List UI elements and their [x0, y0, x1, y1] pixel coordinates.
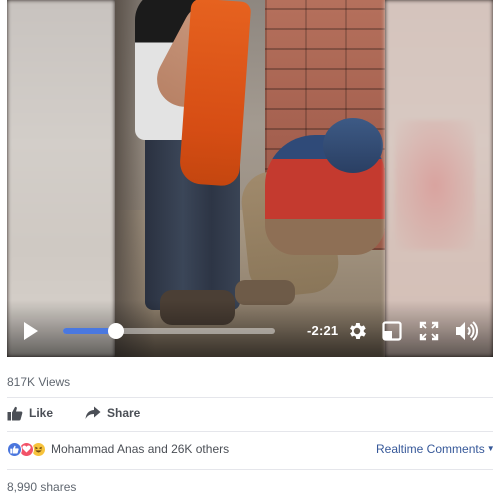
share-label: Share [107, 406, 141, 420]
share-count[interactable]: 8,990 shares [7, 480, 76, 494]
orange-scarf [178, 0, 252, 187]
fullscreen-icon[interactable] [419, 321, 439, 346]
like-button[interactable]: Like [7, 402, 53, 424]
progress-bar[interactable] [63, 323, 275, 339]
thumbs-up-icon [7, 406, 23, 420]
picture-in-picture-icon[interactable] [382, 321, 402, 346]
realtime-comments-label: Realtime Comments [376, 442, 485, 456]
video-player[interactable]: -2:21 [7, 0, 493, 357]
divider [7, 397, 493, 398]
like-reaction-icon [7, 441, 22, 457]
sitting-person-head [323, 118, 383, 173]
like-label: Like [29, 406, 54, 420]
view-count: 817K Views [7, 375, 71, 389]
divider [7, 431, 493, 432]
volume-icon[interactable] [454, 320, 479, 347]
play-icon[interactable] [23, 321, 41, 343]
time-remaining: -2:21 [307, 323, 339, 338]
realtime-comments-dropdown[interactable]: Realtime Comments ▼ [376, 442, 495, 456]
video-controls: -2:21 [7, 300, 493, 357]
share-button[interactable]: Share [85, 402, 140, 424]
reaction-names[interactable]: Mohammad Anas and 26K others [51, 442, 229, 456]
share-arrow-icon [85, 406, 101, 419]
gear-icon[interactable] [346, 320, 368, 347]
reaction-summary[interactable]: Mohammad Anas and 26K others [7, 440, 229, 458]
divider [7, 469, 493, 470]
caret-down-icon: ▼ [486, 444, 495, 453]
progress-knob[interactable] [108, 323, 124, 339]
video-post: -2:21 817K Views Like Share Mohammad Ana… [0, 0, 502, 495]
